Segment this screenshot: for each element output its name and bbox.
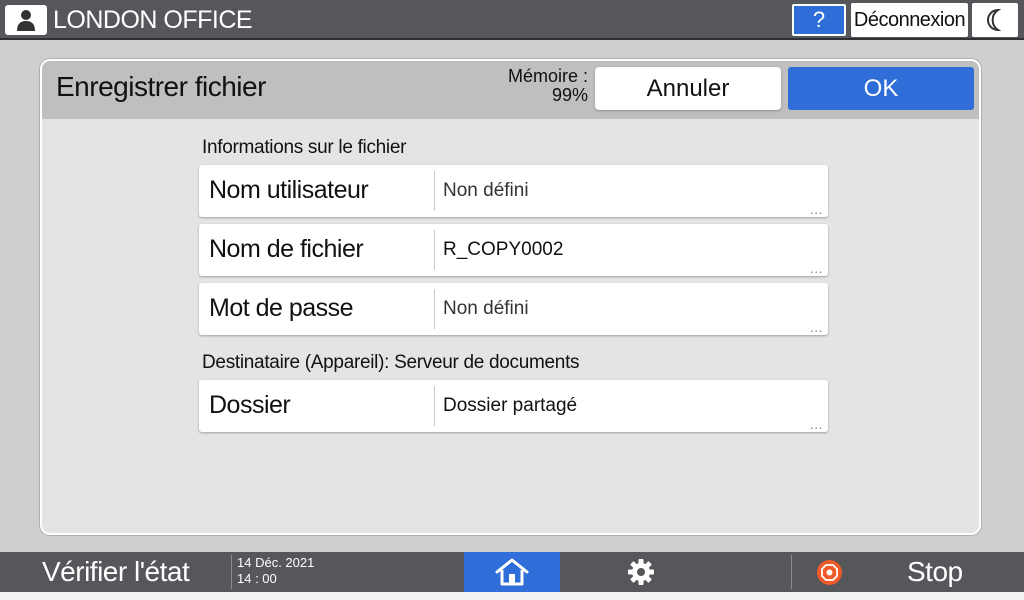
top-bar: LONDON OFFICE ? Déconnexion <box>0 0 1024 40</box>
memory-indicator: Mémoire : 99% <box>494 67 588 105</box>
check-status-button[interactable]: Vérifier l'état <box>0 552 228 592</box>
field-label: Mot de passe <box>209 294 354 322</box>
bar-divider <box>791 555 792 589</box>
time-text: 14 : 00 <box>237 571 277 586</box>
memory-value: 99% <box>551 85 588 105</box>
field-separator <box>434 171 435 211</box>
field-separator <box>434 386 435 426</box>
file-info-section-label: Informations sur le fichier <box>202 137 407 158</box>
office-name: LONDON OFFICE <box>53 6 253 34</box>
field-label: Dossier <box>209 391 291 419</box>
more-icon: ... <box>809 319 823 335</box>
field-separator <box>434 230 435 270</box>
field-value: R_COPY0002 <box>443 239 564 260</box>
field-label: Nom utilisateur <box>209 176 369 204</box>
settings-button[interactable] <box>606 552 676 592</box>
home-button[interactable] <box>464 552 560 592</box>
moon-icon <box>987 9 1002 31</box>
field-label: Nom de fichier <box>209 235 364 263</box>
date-time: 14 Déc. 2021 14 : 00 <box>231 555 314 589</box>
field-value: Non défini <box>443 180 529 201</box>
cancel-button[interactable]: Annuler <box>595 67 781 110</box>
more-icon: ... <box>809 201 823 217</box>
ok-button[interactable]: OK <box>788 67 974 110</box>
gear-icon <box>628 559 654 585</box>
file-name-field[interactable]: Nom de fichier R_COPY0002 ... <box>199 224 828 276</box>
date-text: 14 Déc. 2021 <box>237 555 315 570</box>
memory-label: Mémoire : <box>507 66 588 86</box>
destination-section-label: Destinataire (Appareil): Serveur de docu… <box>202 352 580 373</box>
help-button[interactable]: ? <box>792 4 846 36</box>
more-icon: ... <box>809 416 823 432</box>
logout-button[interactable]: Déconnexion <box>851 3 968 37</box>
home-icon <box>495 558 529 586</box>
field-value: Non défini <box>443 298 529 319</box>
field-separator <box>434 289 435 329</box>
stop-icon <box>817 560 842 585</box>
dialog-header: Enregistrer fichier Mémoire : 99% Annule… <box>42 61 979 119</box>
save-file-dialog: Enregistrer fichier Mémoire : 99% Annule… <box>40 59 981 535</box>
bottom-bar: Vérifier l'état 14 Déc. 2021 14 : 00 Sto… <box>0 552 1024 592</box>
sleep-button[interactable] <box>972 3 1018 37</box>
user-name-field[interactable]: Nom utilisateur Non défini ... <box>199 165 828 217</box>
bottom-strip <box>0 592 1024 600</box>
folder-field[interactable]: Dossier Dossier partagé ... <box>199 380 828 432</box>
dialog-title: Enregistrer fichier <box>56 71 266 102</box>
stop-label: Stop <box>907 556 963 587</box>
more-icon: ... <box>809 260 823 276</box>
user-icon[interactable] <box>5 5 47 35</box>
field-value: Dossier partagé <box>443 395 578 416</box>
stop-button[interactable]: Stop <box>800 552 1024 592</box>
password-field[interactable]: Mot de passe Non défini ... <box>199 283 828 335</box>
